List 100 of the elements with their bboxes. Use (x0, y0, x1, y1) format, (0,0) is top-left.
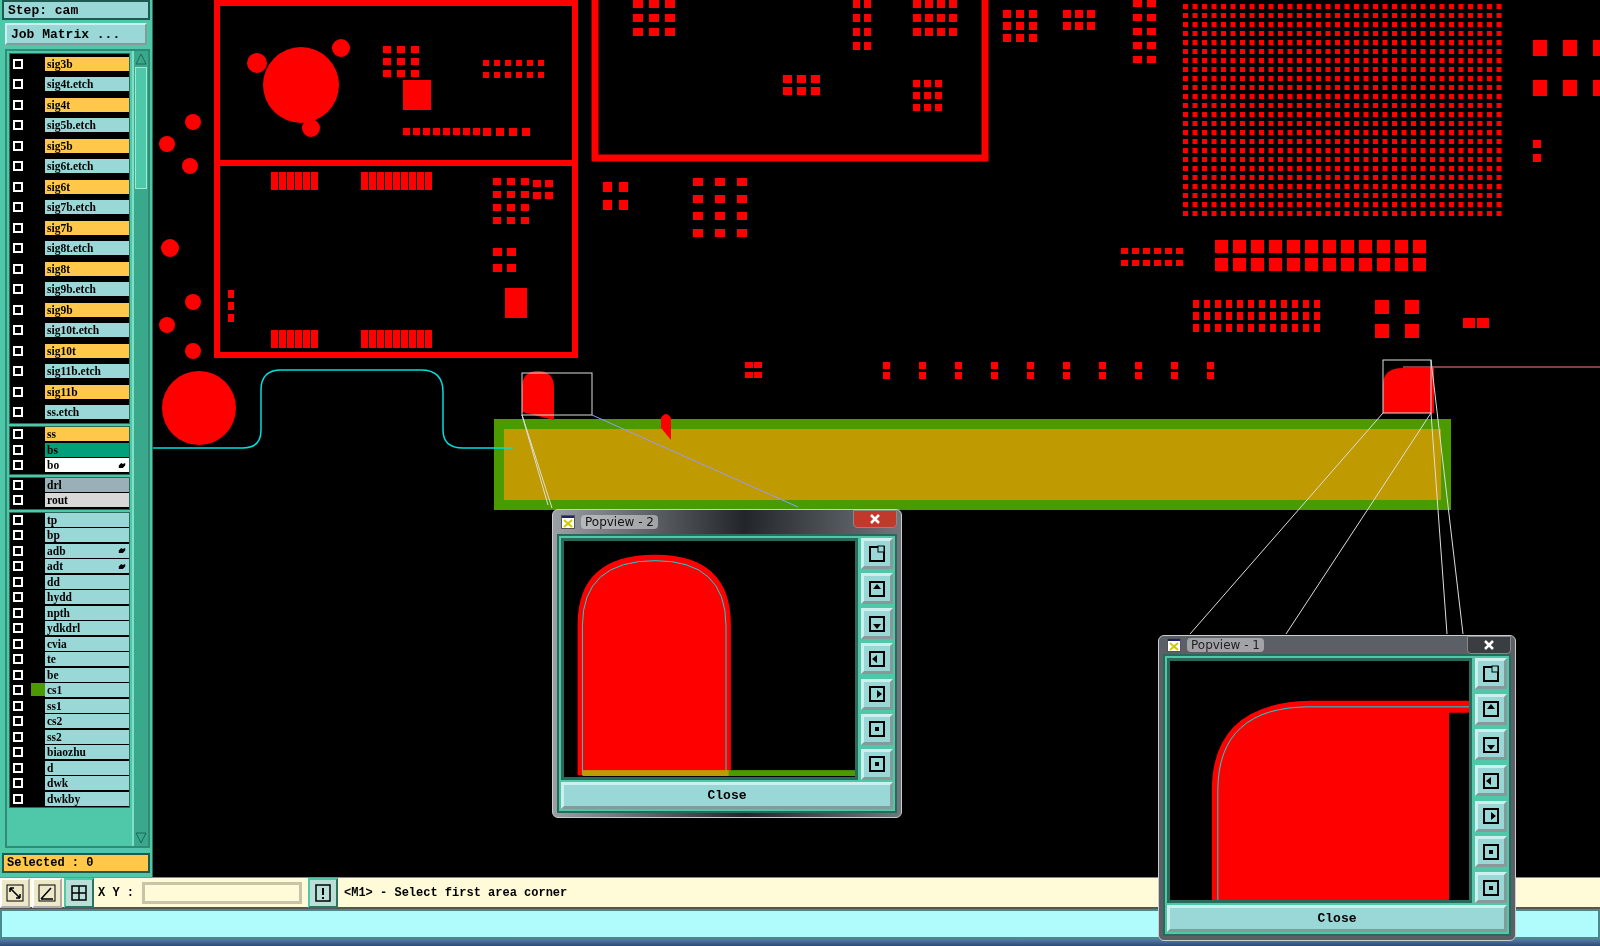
layer-toggle-icon[interactable] (13, 700, 23, 711)
layer-toggle-icon[interactable] (13, 99, 23, 110)
layer-name[interactable]: sig8t (45, 261, 129, 276)
layer-name[interactable]: cs2 (45, 714, 129, 729)
layer-toggle-icon[interactable] (13, 623, 23, 634)
layer-name[interactable]: bo (45, 458, 129, 473)
layer-toggle-icon[interactable] (13, 716, 23, 727)
layer-toggle-icon[interactable] (13, 479, 23, 490)
view-tool-button[interactable] (861, 678, 893, 710)
layer-name[interactable]: ydkdrl (45, 621, 129, 636)
layer-toggle-icon[interactable] (13, 284, 23, 295)
layer-name[interactable]: biaozhu (45, 745, 129, 760)
layer-toggle-icon[interactable] (13, 345, 23, 356)
layer-name[interactable]: sig10t (45, 343, 129, 358)
layer-name[interactable]: cs1 (45, 683, 129, 698)
layer-toggle-icon[interactable] (13, 304, 23, 315)
layer-toggle-icon[interactable] (13, 386, 23, 397)
layer-name[interactable]: sig10t.etch (45, 323, 129, 338)
view-tool-button[interactable] (861, 538, 893, 569)
view-tool-button[interactable] (1475, 872, 1507, 904)
layer-name[interactable]: sig6t (45, 179, 129, 194)
layer-toggle-icon[interactable] (13, 762, 23, 773)
layer-toggle-icon[interactable] (13, 747, 23, 758)
layer-name[interactable]: sig4t.etch (45, 77, 129, 92)
layer-name[interactable]: sig7b.etch (45, 200, 129, 215)
layer-toggle-icon[interactable] (13, 669, 23, 680)
layer-toggle-icon[interactable] (13, 407, 23, 418)
job-matrix-button[interactable]: Job Matrix ... (5, 23, 147, 45)
angle-tool-button[interactable] (32, 877, 62, 908)
layer-name[interactable]: sig3b (45, 56, 129, 71)
layer-name[interactable]: hydd (45, 590, 129, 605)
layer-toggle-icon[interactable] (13, 202, 23, 213)
grid-button[interactable] (64, 877, 94, 908)
layer-name[interactable]: sig5b (45, 138, 129, 153)
layer-toggle-icon[interactable] (13, 181, 23, 192)
layer-name[interactable]: tp (45, 512, 129, 527)
layer-toggle-icon[interactable] (13, 222, 23, 233)
layer-toggle-icon[interactable] (13, 654, 23, 665)
layer-toggle-icon[interactable] (13, 161, 23, 172)
layer-toggle-icon[interactable] (13, 793, 23, 804)
view-tool-button[interactable] (1475, 693, 1507, 725)
layer-toggle-icon[interactable] (13, 429, 23, 440)
layer-name[interactable]: rout (45, 493, 129, 508)
scroll-thumb[interactable] (135, 67, 147, 189)
layer-toggle-icon[interactable] (13, 79, 23, 90)
layer-name[interactable]: bp (45, 528, 129, 543)
layer-name[interactable]: sig11b (45, 384, 129, 399)
layer-toggle-icon[interactable] (13, 495, 23, 506)
view-tool-button[interactable] (861, 643, 893, 675)
layer-name[interactable]: sig5b.etch (45, 118, 129, 133)
layer-name[interactable]: sig7b (45, 220, 129, 235)
layer-toggle-icon[interactable] (13, 263, 23, 274)
layer-toggle-icon[interactable] (13, 325, 23, 336)
layer-toggle-icon[interactable] (13, 576, 23, 587)
layer-name[interactable]: ss.etch (45, 405, 129, 420)
layer-toggle-icon[interactable] (13, 58, 23, 69)
layer-toggle-icon[interactable] (13, 778, 23, 789)
scrollbar[interactable] (132, 51, 148, 846)
layer-toggle-icon[interactable] (13, 366, 23, 377)
layer-toggle-icon[interactable] (13, 460, 23, 471)
layer-toggle-icon[interactable] (13, 120, 23, 131)
window-close-button[interactable] (853, 510, 897, 528)
alert-button[interactable] (308, 877, 338, 908)
view-tool-button[interactable] (1475, 658, 1507, 689)
layer-toggle-icon[interactable] (13, 561, 23, 572)
layer-toggle-icon[interactable] (13, 607, 23, 618)
layer-name[interactable]: adt (45, 559, 129, 574)
layer-toggle-icon[interactable] (13, 530, 23, 541)
view-tool-button[interactable] (861, 713, 893, 745)
layer-toggle-icon[interactable] (13, 592, 23, 603)
layer-name[interactable]: sig11b.etch (45, 364, 129, 379)
view-tool-button[interactable] (1475, 729, 1507, 761)
layer-toggle-icon[interactable] (13, 731, 23, 742)
layer-name[interactable]: te (45, 652, 129, 667)
close-button[interactable]: Close (1167, 905, 1507, 933)
view-tool-button[interactable] (861, 748, 893, 780)
coordinate-input[interactable] (142, 881, 302, 904)
layer-name[interactable]: sig8t.etch (45, 241, 129, 256)
layer-toggle-icon[interactable] (13, 140, 23, 151)
layer-name[interactable]: sig9b (45, 302, 129, 317)
layer-toggle-icon[interactable] (13, 514, 23, 525)
view-tool-button[interactable] (1475, 765, 1507, 797)
layer-toggle-icon[interactable] (13, 243, 23, 254)
view-tool-button[interactable] (861, 608, 893, 640)
layer-name[interactable]: sig4t (45, 97, 129, 112)
view-tool-button[interactable] (861, 573, 893, 605)
layer-toggle-icon[interactable] (13, 638, 23, 649)
window-close-button[interactable] (1467, 636, 1511, 654)
layer-name[interactable]: sig9b.etch (45, 282, 129, 297)
layer-toggle-icon[interactable] (13, 444, 23, 455)
layer-name[interactable]: sig6t.etch (45, 159, 129, 174)
view-tool-button[interactable] (1475, 800, 1507, 832)
diagonal-arrow-button[interactable] (0, 877, 30, 908)
layer-toggle-icon[interactable] (13, 685, 23, 696)
layer-toggle-icon[interactable] (13, 545, 23, 556)
layer-name[interactable]: ss (45, 427, 129, 442)
layer-name[interactable]: dwk (45, 776, 129, 791)
layer-name[interactable]: drl (45, 477, 129, 492)
view-tool-button[interactable] (1475, 836, 1507, 868)
close-button[interactable]: Close (561, 782, 893, 809)
